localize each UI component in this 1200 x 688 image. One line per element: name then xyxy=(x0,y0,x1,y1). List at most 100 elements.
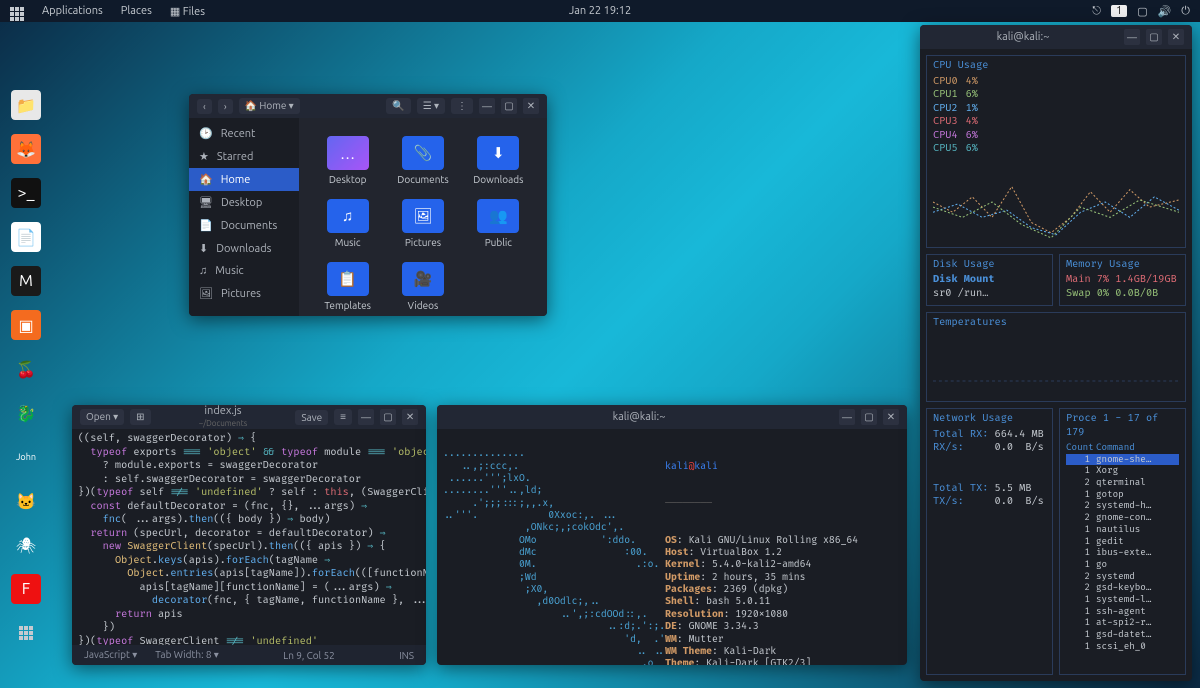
process-row[interactable]: 1gotop xyxy=(1066,489,1179,501)
cpu-title: CPU Usage xyxy=(933,60,1179,74)
menu-applications[interactable]: Applications xyxy=(42,5,103,17)
menu-files[interactable]: ▦ Files xyxy=(170,5,205,18)
files-sidebar: 🕑Recent★Starred🏠Home🖥Desktop📄Documents⬇D… xyxy=(189,118,299,316)
folder-desktop[interactable]: …Desktop xyxy=(311,130,384,191)
sysmon-titlebar[interactable]: kali@kali:~ — ▢ ✕ xyxy=(920,25,1192,49)
dock-metasploit[interactable]: M xyxy=(11,266,41,296)
disk-panel: Disk Usage Disk Mount sr0 /run… xyxy=(926,254,1053,307)
pictures-icon: 🖼 xyxy=(199,287,213,300)
process-row[interactable]: 2systemd-h… xyxy=(1066,500,1179,512)
terminal-titlebar[interactable]: kali@kali:~ — ▢ ✕ xyxy=(437,405,907,429)
dock-cherrytree[interactable]: 🍒 xyxy=(11,354,41,384)
process-row[interactable]: 1at-spi2-r… xyxy=(1066,617,1179,629)
activities-icon[interactable] xyxy=(10,2,24,21)
close-button[interactable]: ✕ xyxy=(523,98,539,114)
folder-downloads[interactable]: ⬇Downloads xyxy=(462,130,535,191)
dock-document[interactable]: 📄 xyxy=(11,222,41,252)
sidebar-item-pictures[interactable]: 🖼Pictures xyxy=(189,282,299,305)
process-row[interactable]: 1scsi_eh_0 xyxy=(1066,641,1179,653)
tabwidth-selector[interactable]: Tab Width: 8 ▾ xyxy=(155,649,219,661)
hamburger-icon[interactable]: ≡ xyxy=(334,409,352,425)
insert-mode[interactable]: INS xyxy=(399,650,414,661)
clock[interactable]: Jan 22 19:12 xyxy=(569,5,631,17)
minimize-button[interactable]: — xyxy=(358,409,374,425)
dock-ghidra[interactable]: 🐉 xyxy=(11,398,41,428)
workspace-indicator[interactable]: 1 xyxy=(1111,5,1127,17)
process-row[interactable]: 1ssh-agent xyxy=(1066,606,1179,618)
minimize-button[interactable]: — xyxy=(479,98,495,114)
process-row[interactable]: 1systemd-l… xyxy=(1066,594,1179,606)
process-row[interactable]: 1ibus-exte… xyxy=(1066,547,1179,559)
folder-music[interactable]: ♫Music xyxy=(311,193,384,254)
tray-icon[interactable]: ⎋ xyxy=(1092,5,1101,18)
screen-icon[interactable]: ▢ xyxy=(1137,5,1147,18)
close-button[interactable]: ✕ xyxy=(883,409,899,425)
maximize-button[interactable]: ▢ xyxy=(861,409,877,425)
lang-selector[interactable]: JavaScript ▾ xyxy=(84,649,137,661)
folder-videos[interactable]: 🎥Videos xyxy=(386,256,459,316)
sidebar-item-downloads[interactable]: ⬇Downloads xyxy=(189,237,299,260)
folder-icon: 🖼 xyxy=(402,199,444,233)
terminal-title: kali@kali:~ xyxy=(613,411,666,423)
dock-show-apps[interactable] xyxy=(11,618,41,648)
files-titlebar[interactable]: ‹ › 🏠 Home ▾ 🔍 ☰ ▾ ⋮ — ▢ ✕ xyxy=(189,94,547,118)
process-row[interactable]: 1gnome-she… xyxy=(1066,454,1179,466)
view-toggle[interactable]: ☰ ▾ xyxy=(417,98,445,114)
process-row[interactable]: 2systemd xyxy=(1066,571,1179,583)
folder-templates[interactable]: 📋Templates xyxy=(311,256,384,316)
recent-icon: 🕑 xyxy=(199,127,213,140)
dock-firefox[interactable]: 🦊 xyxy=(11,134,41,164)
folder-documents[interactable]: 📎Documents xyxy=(386,130,459,191)
editor-content[interactable]: ((self, swaggerDecorator) ⇒ { typeof exp… xyxy=(72,429,426,645)
folder-pictures[interactable]: 🖼Pictures xyxy=(386,193,459,254)
save-button[interactable]: Save xyxy=(295,410,328,425)
maximize-button[interactable]: ▢ xyxy=(501,98,517,114)
maximize-button[interactable]: ▢ xyxy=(380,409,396,425)
hamburger-icon[interactable]: ⋮ xyxy=(451,98,473,114)
open-button[interactable]: Open ▾ xyxy=(80,409,124,425)
process-row[interactable]: 2gnome-con… xyxy=(1066,512,1179,524)
process-row[interactable]: 1gsd-datet… xyxy=(1066,629,1179,641)
process-row[interactable]: 2qterminal xyxy=(1066,477,1179,489)
folder-icon: ⬇ xyxy=(477,136,519,170)
dock-burp[interactable]: ▣ xyxy=(11,310,41,340)
dock-john[interactable]: John xyxy=(11,442,41,472)
search-icon[interactable]: 🔍 xyxy=(386,98,410,114)
dock-terminal[interactable]: >_ xyxy=(11,178,41,208)
process-row[interactable]: 2gsd-keybo… xyxy=(1066,582,1179,594)
minimize-button[interactable]: — xyxy=(1124,29,1140,45)
path-home[interactable]: 🏠 Home ▾ xyxy=(239,98,300,114)
editor-titlebar[interactable]: Open ▾ ⊞ index.js ~/Documents Save ≡ — ▢… xyxy=(72,405,426,429)
maximize-button[interactable]: ▢ xyxy=(1146,29,1162,45)
dock-faraday[interactable]: F xyxy=(11,574,41,604)
sidebar-item-home[interactable]: 🏠Home xyxy=(189,168,299,191)
minimize-button[interactable]: — xyxy=(839,409,855,425)
process-row[interactable]: 1Xorg xyxy=(1066,465,1179,477)
dock-wireshark[interactable]: 🐱 xyxy=(11,486,41,516)
new-tab-button[interactable]: ⊞ xyxy=(130,409,150,425)
back-button[interactable]: ‹ xyxy=(197,99,212,114)
forward-button[interactable]: › xyxy=(218,99,233,114)
terminal-content[interactable]: .............. ..,;:ccc,. ......''';lxO.… xyxy=(437,429,907,665)
menu-places[interactable]: Places xyxy=(121,5,152,17)
sidebar-item-documents[interactable]: 📄Documents xyxy=(189,214,299,237)
sidebar-item-music[interactable]: ♫Music xyxy=(189,260,299,282)
close-button[interactable]: ✕ xyxy=(402,409,418,425)
sidebar-item-desktop[interactable]: 🖥Desktop xyxy=(189,191,299,214)
power-icon[interactable]: ⏻ xyxy=(1181,5,1190,18)
close-button[interactable]: ✕ xyxy=(1168,29,1184,45)
files-grid[interactable]: …Desktop📎Documents⬇Downloads ♫Music🖼Pictu… xyxy=(299,118,547,316)
dock-ettercap[interactable]: 🕷 xyxy=(11,530,41,560)
sidebar-item-recent[interactable]: 🕑Recent xyxy=(189,122,299,145)
sidebar-item-starred[interactable]: ★Starred xyxy=(189,145,299,168)
volume-icon[interactable]: 🔊 xyxy=(1158,5,1172,18)
cpu-chart xyxy=(933,161,1179,243)
folder-public[interactable]: 👥Public xyxy=(462,193,535,254)
dock-files[interactable]: 📁 xyxy=(11,90,41,120)
process-row[interactable]: 1go xyxy=(1066,559,1179,571)
home-icon: 🏠 xyxy=(199,173,213,186)
memory-panel: Memory Usage Main 7% 1.4GB/19GB Swap 0% … xyxy=(1059,254,1186,307)
process-row[interactable]: 1nautilus xyxy=(1066,524,1179,536)
process-row[interactable]: 1gedit xyxy=(1066,536,1179,548)
cursor-position: Ln 9, Col 52 xyxy=(283,650,335,661)
